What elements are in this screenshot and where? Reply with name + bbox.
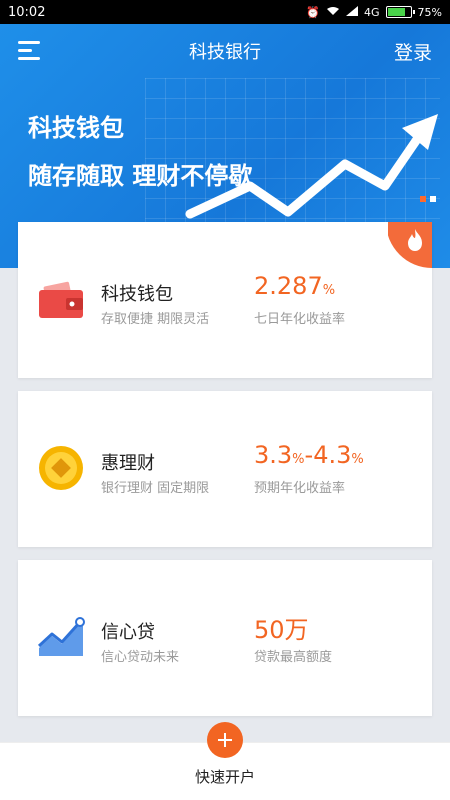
battery-icon bbox=[385, 6, 415, 18]
alarm-icon: ⏰ bbox=[306, 5, 321, 19]
rate-min: 3.3 bbox=[254, 441, 293, 469]
flame-icon bbox=[408, 229, 422, 251]
rate-value: 2.287 bbox=[254, 272, 323, 300]
app-title: 科技银行 bbox=[189, 42, 261, 63]
product-card-wealth[interactable]: 惠理财 银行理财 固定期限 3.3%-4.3% 预期年化收益率 bbox=[18, 391, 432, 547]
status-icons: ⏰ 4G 75% bbox=[306, 5, 442, 19]
rate-unit: % bbox=[322, 283, 336, 298]
product-rate: 3.3%-4.3% bbox=[254, 441, 364, 469]
product-name: 科技钱包 bbox=[101, 284, 173, 305]
rate-label: 贷款最高额度 bbox=[254, 650, 333, 665]
pagination-dot[interactable] bbox=[430, 196, 436, 202]
product-rate: 50万 bbox=[254, 616, 309, 644]
open-account-button[interactable] bbox=[207, 722, 243, 758]
product-name: 惠理财 bbox=[101, 453, 155, 474]
status-bar: 10:02 ⏰ 4G 75% bbox=[0, 0, 450, 24]
trend-arrow-icon bbox=[185, 114, 438, 219]
rate-max: 4.3 bbox=[313, 441, 352, 469]
open-account-label[interactable]: 快速开户 bbox=[0, 766, 450, 787]
product-rate: 2.287% bbox=[254, 272, 335, 300]
status-time: 10:02 bbox=[8, 4, 46, 20]
wallet-icon bbox=[36, 274, 86, 324]
signal-icon bbox=[346, 5, 359, 19]
hot-badge bbox=[388, 222, 432, 272]
wifi-icon bbox=[326, 6, 340, 19]
network-type: 4G bbox=[364, 5, 380, 19]
product-description: 存取便捷 期限灵活 bbox=[101, 312, 210, 327]
product-card-wallet[interactable]: 科技钱包 存取便捷 期限灵活 2.287% 七日年化收益率 bbox=[18, 222, 432, 378]
banner-pagination[interactable] bbox=[420, 196, 436, 202]
rate-label: 七日年化收益率 bbox=[254, 312, 346, 327]
battery-percent: 75% bbox=[417, 5, 442, 19]
menu-icon[interactable] bbox=[18, 41, 40, 61]
coin-icon bbox=[36, 443, 86, 493]
chart-icon bbox=[36, 612, 86, 662]
rate-label: 预期年化收益率 bbox=[254, 481, 346, 496]
top-nav-bar: 科技银行 登录 bbox=[0, 24, 450, 78]
product-card-loan[interactable]: 信心贷 信心贷动未来 50万 贷款最高额度 bbox=[18, 560, 432, 716]
plus-icon bbox=[218, 733, 232, 747]
rate-separator: - bbox=[304, 441, 314, 469]
rate-unit: % bbox=[351, 452, 364, 467]
rate-unit: % bbox=[292, 452, 305, 467]
product-description: 信心贷动未来 bbox=[101, 650, 180, 665]
banner-title: 科技钱包 bbox=[28, 114, 124, 142]
product-name: 信心贷 bbox=[101, 622, 155, 643]
pagination-dot-active[interactable] bbox=[420, 196, 426, 202]
product-description: 银行理财 固定期限 bbox=[101, 481, 210, 496]
login-button[interactable]: 登录 bbox=[394, 38, 432, 65]
